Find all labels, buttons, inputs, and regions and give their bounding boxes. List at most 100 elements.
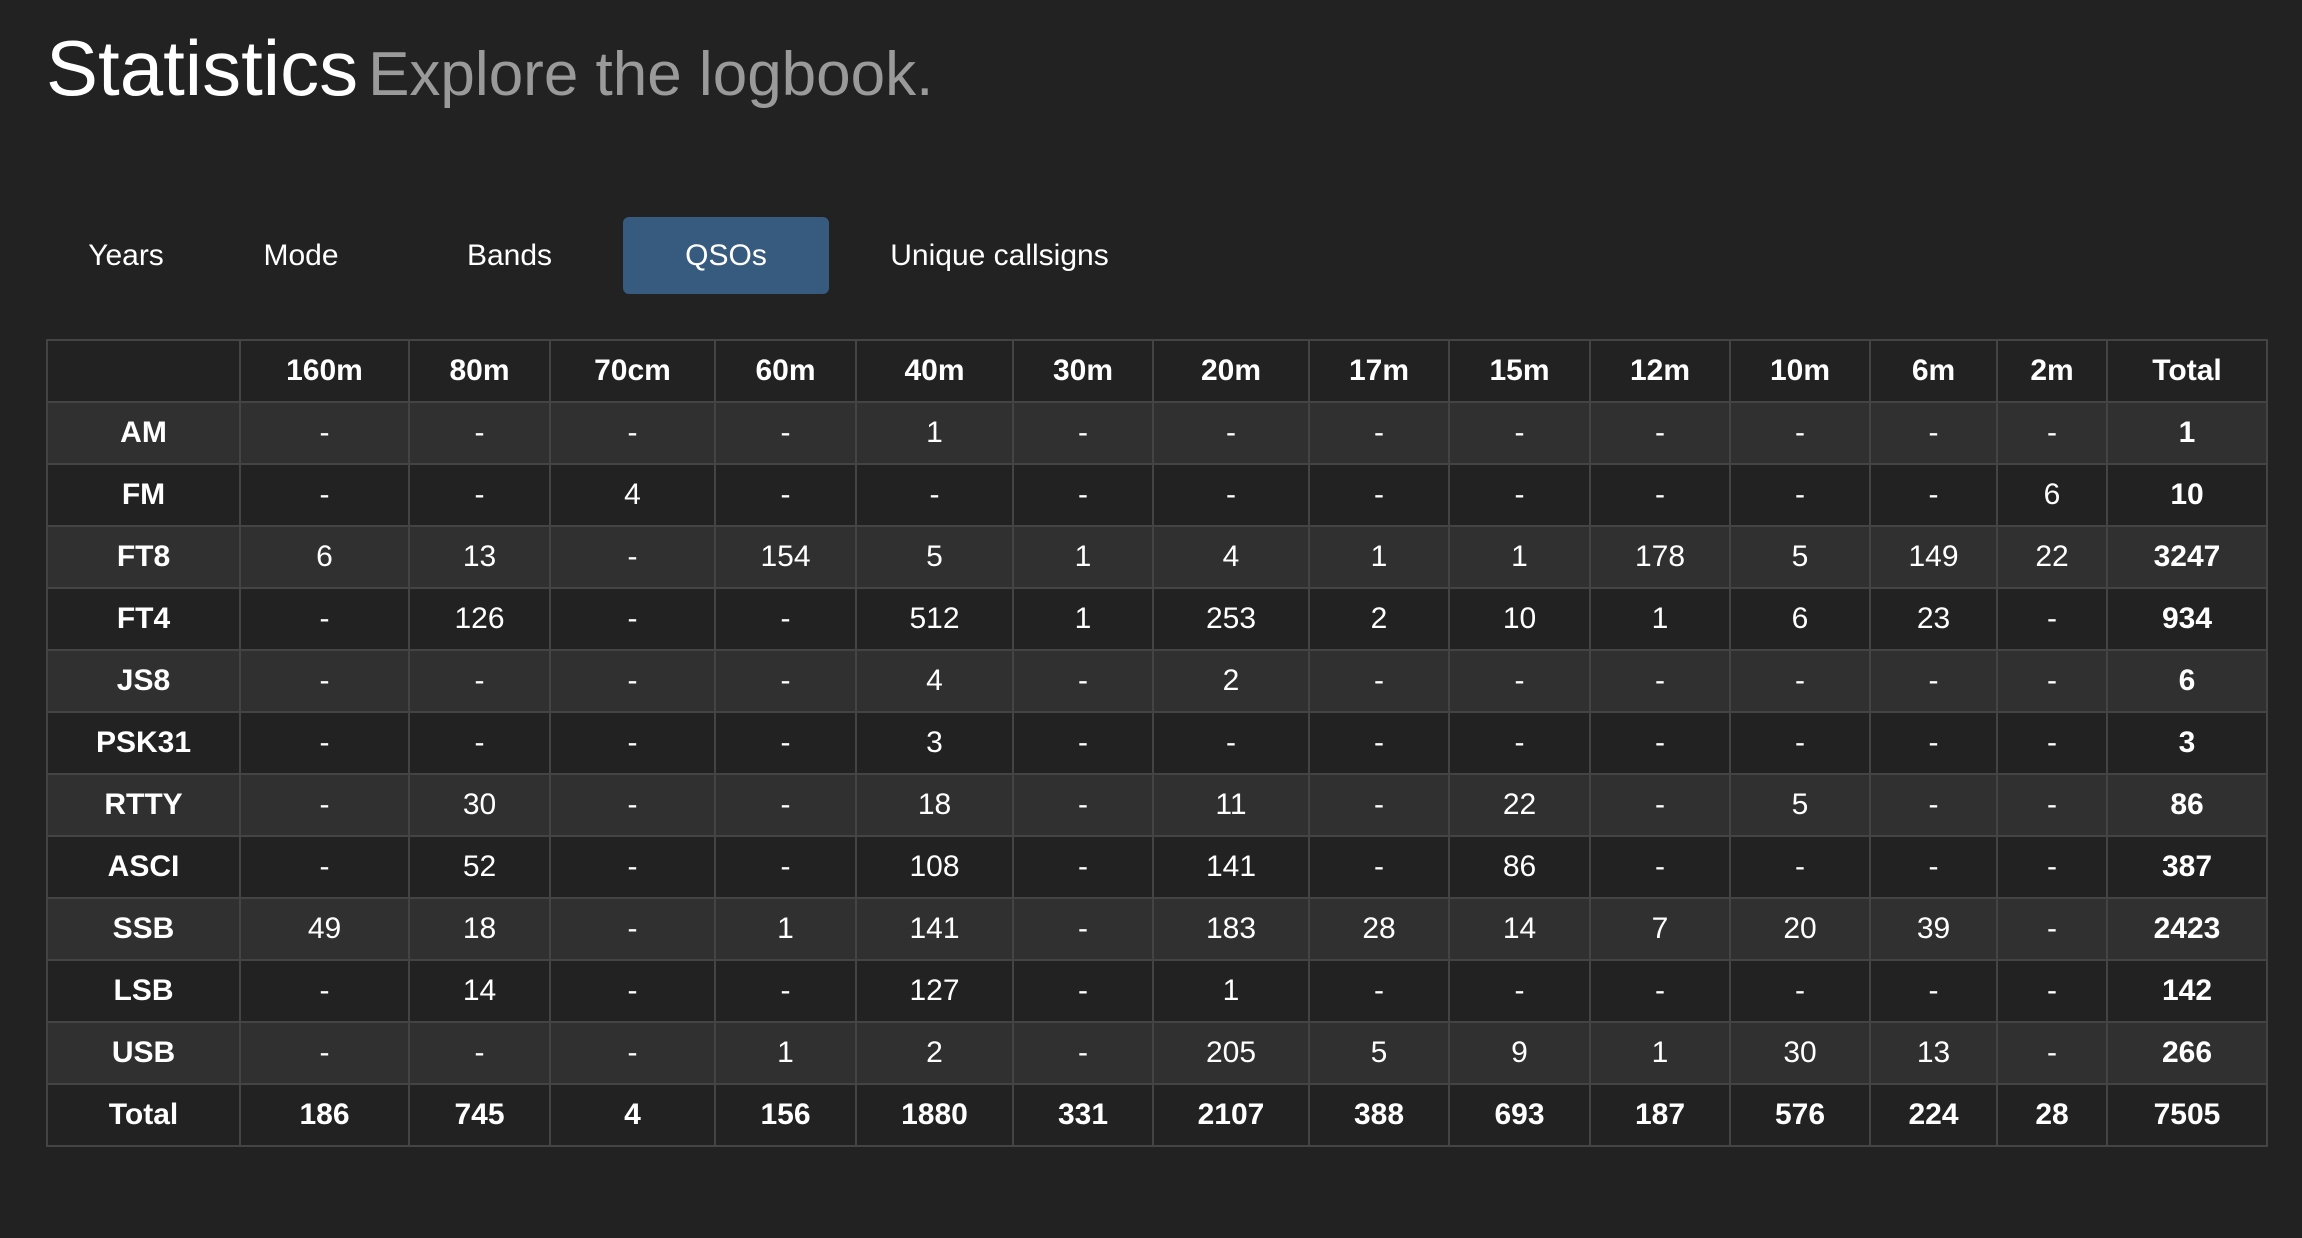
table-cell: - xyxy=(239,401,410,465)
table-cell: - xyxy=(239,959,410,1023)
table-cell: - xyxy=(1308,711,1450,775)
table-cell: 6 xyxy=(1729,587,1871,651)
table-cell: 127 xyxy=(855,959,1014,1023)
table-cell: - xyxy=(549,773,716,837)
column-total-cell: 388 xyxy=(1308,1083,1450,1147)
table-cell: 7 xyxy=(1589,897,1731,961)
table-row: SSB 49 18-1 141-183 28 14 7 20 39-2423 xyxy=(46,897,2268,961)
row-total-cell: 3247 xyxy=(2106,525,2268,589)
table-cell: - xyxy=(1012,773,1154,837)
table-cell: 49 xyxy=(239,897,410,961)
table-cell: - xyxy=(1448,959,1591,1023)
statistics-page: Statistics Explore the logbook. Years Mod… xyxy=(0,0,2302,1238)
table-cell: - xyxy=(1308,773,1450,837)
column-header: 60m xyxy=(714,339,857,403)
table-cell: - xyxy=(1996,587,2108,651)
table-cell: - xyxy=(408,463,551,527)
column-header: Total xyxy=(2106,339,2268,403)
table-cell: 13 xyxy=(408,525,551,589)
table-cell: 23 xyxy=(1869,587,1998,651)
table-cell: - xyxy=(239,835,410,899)
table-cell: 22 xyxy=(1996,525,2108,589)
table-cell: - xyxy=(714,587,857,651)
table-cell: 1 xyxy=(1012,587,1154,651)
table-cell: - xyxy=(714,711,857,775)
tab-mode[interactable]: Mode xyxy=(206,217,396,294)
row-header-mode: JS8 xyxy=(46,649,241,713)
row-header-mode: USB xyxy=(46,1021,241,1085)
tab-unique-callsigns[interactable]: Unique callsigns xyxy=(829,217,1170,294)
table-cell: 5 xyxy=(1308,1021,1450,1085)
row-header-mode: PSK31 xyxy=(46,711,241,775)
table-cell: - xyxy=(1869,649,1998,713)
table-cell: - xyxy=(239,649,410,713)
page-heading: Statistics Explore the logbook. xyxy=(46,18,933,141)
table-row: FM - -4- - - - - - - - -6 10 xyxy=(46,463,2268,527)
tab-years[interactable]: Years xyxy=(46,217,206,294)
table-cell: 5 xyxy=(1729,773,1871,837)
column-header: 30m xyxy=(1012,339,1154,403)
table-cell: - xyxy=(1729,835,1871,899)
row-header-mode: ASCI xyxy=(46,835,241,899)
table-cell: 6 xyxy=(1996,463,2108,527)
tab-bands[interactable]: Bands xyxy=(396,217,623,294)
table-cell: 1 xyxy=(1589,587,1731,651)
tab-qsos[interactable]: QSOs xyxy=(623,217,829,294)
table-cell: 30 xyxy=(408,773,551,837)
column-header: 10m xyxy=(1729,339,1871,403)
table-cell: - xyxy=(1012,711,1154,775)
table-cell: 183 xyxy=(1152,897,1310,961)
table-cell: 149 xyxy=(1869,525,1998,589)
table-cell: - xyxy=(1869,773,1998,837)
table-cell: - xyxy=(1448,401,1591,465)
row-header-mode: AM xyxy=(46,401,241,465)
column-header: 12m xyxy=(1589,339,1731,403)
table-cell: - xyxy=(1448,711,1591,775)
table-cell: 108 xyxy=(855,835,1014,899)
table-cell: 86 xyxy=(1448,835,1591,899)
row-header-total: Total xyxy=(46,1083,241,1147)
table-cell: 18 xyxy=(855,773,1014,837)
column-total-cell: 187 xyxy=(1589,1083,1731,1147)
column-total-cell: 2107 xyxy=(1152,1083,1310,1147)
table-cell: 11 xyxy=(1152,773,1310,837)
column-total-cell: 4 xyxy=(549,1083,716,1147)
row-total-cell: 142 xyxy=(2106,959,2268,1023)
table-cell: - xyxy=(1869,711,1998,775)
column-header: 17m xyxy=(1308,339,1450,403)
row-total-cell: 2423 xyxy=(2106,897,2268,961)
row-total-cell: 934 xyxy=(2106,587,2268,651)
table-total-row: Total 186 745 4 156 1880 331 2107 388 693 187 576 22… xyxy=(46,1083,2268,1147)
table-row: AM - - - -1- - - - - - - -1 xyxy=(46,401,2268,465)
column-total-cell: 576 xyxy=(1729,1083,1871,1147)
table-cell: 4 xyxy=(1152,525,1310,589)
table-cell: - xyxy=(239,773,410,837)
column-header: 2m xyxy=(1996,339,2108,403)
table-cell: - xyxy=(1869,463,1998,527)
table-cell: - xyxy=(1729,463,1871,527)
table-cell: - xyxy=(1869,835,1998,899)
table-cell: 18 xyxy=(408,897,551,961)
table-cell: 5 xyxy=(1729,525,1871,589)
column-total-cell: 156 xyxy=(714,1083,857,1147)
table-cell: 14 xyxy=(1448,897,1591,961)
column-header: 70cm xyxy=(549,339,716,403)
table-cell: - xyxy=(1589,711,1731,775)
row-header-mode: SSB xyxy=(46,897,241,961)
table-cell: - xyxy=(408,711,551,775)
column-header: 160m xyxy=(239,339,410,403)
table-cell: 1 xyxy=(1308,525,1450,589)
table-cell: 5 xyxy=(855,525,1014,589)
row-total-cell: 266 xyxy=(2106,1021,2268,1085)
table-cell: - xyxy=(1448,463,1591,527)
table-cell: - xyxy=(714,463,857,527)
table-cell: 2 xyxy=(1308,587,1450,651)
column-header: 15m xyxy=(1448,339,1591,403)
table-cell: - xyxy=(1996,773,2108,837)
table-cell: - xyxy=(714,401,857,465)
table-cell: - xyxy=(1869,959,1998,1023)
table-cell: 4 xyxy=(855,649,1014,713)
table-cell: - xyxy=(549,649,716,713)
table-cell: 30 xyxy=(1729,1021,1871,1085)
table-cell: 1 xyxy=(1589,1021,1731,1085)
